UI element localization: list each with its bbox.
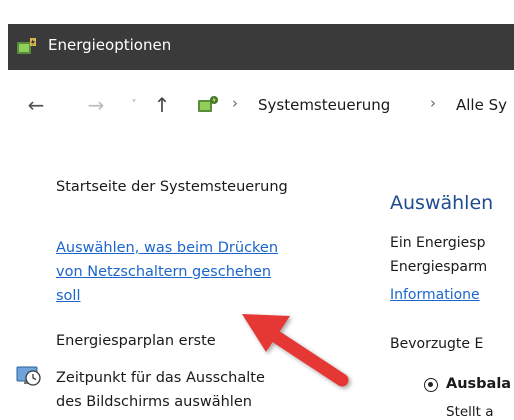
preferred-plans-label: Bevorzugte E (390, 336, 484, 352)
navigation-bar (0, 70, 514, 150)
up-arrow-icon[interactable]: ↑ (150, 93, 174, 117)
sidebar-home-link[interactable]: Startseite der Systemsteuerung (56, 176, 288, 198)
forward-arrow-icon[interactable]: → (84, 93, 108, 117)
balanced-plan-label[interactable]: Ausbala (446, 376, 511, 392)
more-info-link[interactable]: Informatione (390, 287, 480, 303)
recent-locations-chevron-icon[interactable]: ˅ (122, 93, 146, 117)
description-line1: Ein Energiesp (390, 235, 486, 251)
power-options-icon (17, 38, 36, 54)
annotation-arrow-icon (242, 314, 349, 387)
breadcrumb-separator: › (430, 94, 436, 112)
power-button-link-line1[interactable]: Auswählen, was beim Drücken (56, 237, 278, 259)
back-arrow-icon[interactable]: ← (24, 93, 48, 117)
description-line2: Energiesparm (390, 259, 488, 275)
create-power-plan-link[interactable]: Energiesparplan erste (56, 330, 216, 352)
display-timer-icon (16, 366, 41, 386)
power-button-link-line3[interactable]: soll (56, 285, 80, 307)
window-title: Energieoptionen (48, 36, 172, 54)
balanced-plan-description: Stellt a (446, 404, 494, 420)
breadcrumb-systemsteuerung[interactable]: Systemsteuerung (258, 96, 390, 114)
breadcrumb-alle[interactable]: Alle Sy (456, 96, 507, 114)
balanced-plan-radio[interactable] (424, 378, 438, 392)
page-heading: Auswählen (390, 192, 494, 214)
power-button-link-line2[interactable]: von Netzschaltern geschehen (56, 261, 271, 283)
breadcrumb-separator: › (232, 94, 238, 112)
control-panel-icon (198, 96, 218, 112)
title-bar: Energieoptionen (0, 0, 514, 70)
